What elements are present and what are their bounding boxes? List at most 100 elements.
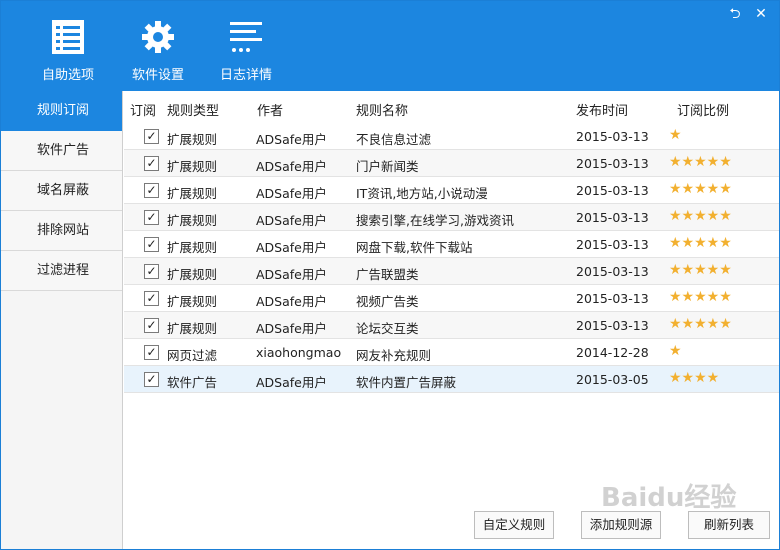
- top-toolbar: ⮌ ✕ 自助选项 软件设置 日志详情: [1, 1, 779, 91]
- rule-type: 扩展规则: [167, 321, 218, 336]
- rule-type: 扩展规则: [167, 213, 218, 228]
- subscribe-checkbox[interactable]: ✓: [144, 372, 159, 387]
- publish-date: 2015-03-05: [576, 372, 649, 387]
- table-row[interactable]: ✓ 网页过滤 xiaohongmao 网友补充规则 2014-12-28 ★: [124, 339, 779, 366]
- publish-date: 2015-03-13: [576, 156, 649, 171]
- rule-name: 视频广告类: [356, 294, 419, 309]
- header-publish-date[interactable]: 发布时间: [576, 100, 628, 119]
- table-row[interactable]: ✓ 扩展规则 ADSafe用户 门户新闻类 2015-03-13 ★★★★★: [124, 150, 779, 177]
- rule-type: 扩展规则: [167, 294, 218, 309]
- table-row[interactable]: ✓ 扩展规则 ADSafe用户 论坛交互类 2015-03-13 ★★★★★: [124, 312, 779, 339]
- rule-type: 扩展规则: [167, 159, 218, 174]
- rule-author: xiaohongmao: [256, 345, 342, 360]
- publish-date: 2015-03-13: [576, 237, 649, 252]
- publish-date: 2015-03-13: [576, 318, 649, 333]
- table-row[interactable]: ✓ 扩展规则 ADSafe用户 网盘下载,软件下载站 2015-03-13 ★★…: [124, 231, 779, 258]
- subscribe-checkbox[interactable]: ✓: [144, 318, 159, 333]
- restore-icon[interactable]: ⮌: [725, 5, 745, 23]
- rating-stars: ★: [669, 343, 682, 359]
- rule-name: 软件内置广告屏蔽: [356, 375, 457, 390]
- self-help-options-button[interactable]: 自助选项: [28, 19, 108, 83]
- header-subscribe[interactable]: 订阅: [130, 100, 156, 119]
- sidebar-item-exclude-sites[interactable]: 排除网站: [1, 211, 122, 251]
- log-list-icon: [230, 22, 262, 52]
- rating-stars: ★★★★★: [669, 181, 732, 197]
- rule-type: 扩展规则: [167, 186, 218, 201]
- table-row[interactable]: ✓ 扩展规则 ADSafe用户 IT资讯,地方站,小说动漫 2015-03-13…: [124, 177, 779, 204]
- app-window: ⮌ ✕ 自助选项 软件设置 日志详情 规则订阅 软件广告 域名屏蔽 排除网站 过…: [0, 0, 780, 550]
- rule-author: ADSafe用户: [256, 240, 327, 255]
- rule-type: 软件广告: [167, 375, 218, 390]
- sidebar: 规则订阅 软件广告 域名屏蔽 排除网站 过滤进程: [1, 91, 123, 549]
- rating-stars: ★★★★★: [669, 154, 732, 170]
- header-rule-name[interactable]: 规则名称: [356, 100, 408, 119]
- rule-type: 扩展规则: [167, 267, 218, 282]
- rule-author: ADSafe用户: [256, 375, 327, 390]
- rule-name: 网友补充规则: [356, 348, 432, 363]
- rules-table: ✓ 扩展规则 ADSafe用户 不良信息过滤 2015-03-13 ★ ✓ 扩展…: [124, 123, 779, 393]
- table-row[interactable]: ✓ 扩展规则 ADSafe用户 广告联盟类 2015-03-13 ★★★★★: [124, 258, 779, 285]
- rule-type: 扩展规则: [167, 132, 218, 147]
- rating-stars: ★★★★★: [669, 208, 732, 224]
- rule-name: 论坛交互类: [356, 321, 419, 336]
- rule-type: 网页过滤: [167, 348, 218, 363]
- rule-author: ADSafe用户: [256, 294, 327, 309]
- self-help-options-label: 自助选项: [41, 68, 94, 83]
- gear-icon: [142, 21, 174, 53]
- rating-stars: ★★★★: [669, 370, 720, 386]
- rule-author: ADSafe用户: [256, 213, 327, 228]
- sidebar-item-domain-block[interactable]: 域名屏蔽: [1, 171, 122, 211]
- subscribe-checkbox[interactable]: ✓: [144, 129, 159, 144]
- rating-stars: ★★★★★: [669, 235, 732, 251]
- table-row[interactable]: ✓ 扩展规则 ADSafe用户 搜索引擎,在线学习,游戏资讯 2015-03-1…: [124, 204, 779, 231]
- sidebar-item-filter-process[interactable]: 过滤进程: [1, 251, 122, 291]
- table-row[interactable]: ✓ 软件广告 ADSafe用户 软件内置广告屏蔽 2015-03-05 ★★★★: [124, 366, 779, 393]
- subscribe-checkbox[interactable]: ✓: [144, 345, 159, 360]
- sidebar-item-software-ads[interactable]: 软件广告: [1, 131, 122, 171]
- rule-author: ADSafe用户: [256, 321, 327, 336]
- publish-date: 2015-03-13: [576, 129, 649, 144]
- rule-author: ADSafe用户: [256, 132, 327, 147]
- subscribe-checkbox[interactable]: ✓: [144, 237, 159, 252]
- header-rule-type[interactable]: 规则类型: [167, 100, 219, 119]
- publish-date: 2015-03-13: [576, 291, 649, 306]
- window-controls: ⮌ ✕: [725, 5, 771, 23]
- publish-date: 2015-03-13: [576, 264, 649, 279]
- log-details-button[interactable]: 日志详情: [206, 19, 286, 83]
- rating-stars: ★: [669, 127, 682, 143]
- software-settings-label: 软件设置: [131, 68, 184, 83]
- subscribe-checkbox[interactable]: ✓: [144, 264, 159, 279]
- rule-name: 广告联盟类: [356, 267, 419, 282]
- header-author[interactable]: 作者: [257, 100, 283, 119]
- rule-author: ADSafe用户: [256, 186, 327, 201]
- rule-name: IT资讯,地方站,小说动漫: [356, 186, 488, 201]
- log-details-label: 日志详情: [219, 68, 272, 83]
- rule-type: 扩展规则: [167, 240, 218, 255]
- rule-name: 网盘下载,软件下载站: [356, 240, 473, 255]
- subscribe-checkbox[interactable]: ✓: [144, 183, 159, 198]
- checklist-icon: [52, 20, 84, 54]
- custom-rule-button[interactable]: 自定义规则: [474, 511, 554, 539]
- rating-stars: ★★★★★: [669, 262, 732, 278]
- publish-date: 2015-03-13: [576, 183, 649, 198]
- rule-name: 不良信息过滤: [356, 132, 432, 147]
- header-subscribe-ratio[interactable]: 订阅比例: [677, 100, 729, 119]
- close-icon[interactable]: ✕: [751, 5, 771, 23]
- rule-author: ADSafe用户: [256, 159, 327, 174]
- publish-date: 2014-12-28: [576, 345, 649, 360]
- rating-stars: ★★★★★: [669, 289, 732, 305]
- table-header: 订阅 规则类型 作者 规则名称 发布时间 订阅比例: [124, 91, 779, 123]
- table-row[interactable]: ✓ 扩展规则 ADSafe用户 不良信息过滤 2015-03-13 ★: [124, 123, 779, 150]
- rating-stars: ★★★★★: [669, 316, 732, 332]
- rule-name: 门户新闻类: [356, 159, 419, 174]
- subscribe-checkbox[interactable]: ✓: [144, 156, 159, 171]
- subscribe-checkbox[interactable]: ✓: [144, 291, 159, 306]
- rule-author: ADSafe用户: [256, 267, 327, 282]
- baidu-watermark: Baidu经验: [601, 483, 737, 513]
- table-row[interactable]: ✓ 扩展规则 ADSafe用户 视频广告类 2015-03-13 ★★★★★: [124, 285, 779, 312]
- publish-date: 2015-03-13: [576, 210, 649, 225]
- subscribe-checkbox[interactable]: ✓: [144, 210, 159, 225]
- software-settings-button[interactable]: 软件设置: [118, 19, 198, 83]
- sidebar-item-rule-subscription[interactable]: 规则订阅: [1, 91, 122, 131]
- rule-name: 搜索引擎,在线学习,游戏资讯: [356, 213, 514, 228]
